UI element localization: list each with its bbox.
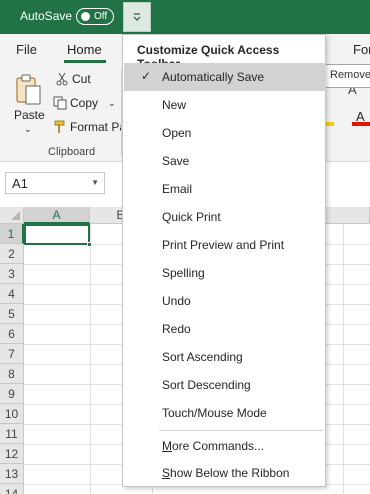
- autosave-toggle[interactable]: Off: [76, 8, 114, 25]
- copy-icon: [53, 96, 67, 110]
- row-header[interactable]: 10: [0, 404, 24, 424]
- customize-quick-access-menu: Customize Quick Access Toolbar ✓Automati…: [122, 34, 326, 487]
- menu-item-label: Show Below the Ribbon: [162, 466, 290, 480]
- cut-button[interactable]: Cut: [55, 72, 91, 86]
- row-header[interactable]: 14: [0, 484, 24, 494]
- menu-item[interactable]: Save: [124, 147, 326, 175]
- tab-home[interactable]: Home: [67, 42, 102, 57]
- row-header[interactable]: 2: [0, 244, 24, 264]
- menu-item[interactable]: Sort Ascending: [124, 343, 326, 371]
- tab-file[interactable]: File: [16, 42, 37, 57]
- menu-item-label: More Commands...: [162, 439, 265, 453]
- menu-item-label: Undo: [162, 294, 191, 308]
- format-painter-button[interactable]: Format Pa: [53, 120, 126, 134]
- copy-label: Copy: [70, 96, 99, 110]
- menu-item[interactable]: Open: [124, 119, 326, 147]
- fill-handle[interactable]: [87, 242, 92, 247]
- menu-item[interactable]: Sort Descending: [124, 371, 326, 399]
- menu-item-label: Save: [162, 154, 190, 168]
- name-box-value: A1: [12, 176, 28, 191]
- menu-item-label: Automatically Save: [162, 70, 265, 84]
- name-box-dropdown-icon[interactable]: ▼: [91, 178, 99, 187]
- row-header[interactable]: 13: [0, 464, 24, 484]
- row-header[interactable]: 1: [0, 224, 24, 244]
- menu-item-label: Print Preview and Print: [162, 238, 285, 252]
- format-painter-icon: [54, 120, 65, 133]
- menu-item[interactable]: Undo: [124, 287, 326, 315]
- toggle-knob: [81, 12, 90, 21]
- menu-item[interactable]: Print Preview and Print: [124, 231, 326, 259]
- format-painter-label: Format Pa: [70, 120, 127, 134]
- title-bar: AutoSave Off: [0, 0, 370, 34]
- row-header[interactable]: 7: [0, 344, 24, 364]
- toggle-state-text: Off: [94, 11, 108, 22]
- menu-item[interactable]: New: [124, 91, 326, 119]
- menu-item[interactable]: Quick Print: [124, 203, 326, 231]
- scissors-icon: [56, 72, 68, 86]
- copy-button[interactable]: Copy ⌄: [53, 96, 116, 110]
- menu-item-label: Quick Print: [162, 210, 221, 224]
- menu-item-more-commands[interactable]: More Commands...: [124, 432, 326, 460]
- menu-item-label: Spelling: [162, 266, 205, 280]
- row-header[interactable]: 6: [0, 324, 24, 344]
- row-header[interactable]: 11: [0, 424, 24, 444]
- column-header-a[interactable]: A: [24, 207, 90, 224]
- menu-separator: [159, 430, 324, 431]
- tab-formulas[interactable]: For: [353, 42, 370, 57]
- menu-item-label: Email: [162, 182, 193, 196]
- menu-item-label: Sort Descending: [162, 378, 251, 392]
- row-header[interactable]: 3: [0, 264, 24, 284]
- customize-quick-access-button[interactable]: [123, 2, 151, 32]
- row-header[interactable]: 8: [0, 364, 24, 384]
- checkmark-icon: ✓: [141, 69, 152, 83]
- autosave-label: AutoSave: [20, 9, 73, 23]
- row-header[interactable]: 12: [0, 444, 24, 464]
- menu-item[interactable]: Spelling: [124, 259, 326, 287]
- menu-item-label: Touch/Mouse Mode: [162, 406, 267, 420]
- cut-label: Cut: [72, 72, 91, 86]
- active-cell-a1[interactable]: [24, 224, 90, 245]
- name-box[interactable]: A1 ▼: [5, 172, 105, 194]
- menu-item[interactable]: Touch/Mouse Mode: [124, 399, 326, 427]
- menu-item-label: Redo: [162, 322, 191, 336]
- menu-item[interactable]: ✓ Automatically Save: [124, 63, 326, 91]
- font-color-swatch: [352, 122, 370, 126]
- customize-chevron-icon: [133, 13, 141, 21]
- paste-chevron-down-icon[interactable]: ⌄: [24, 124, 32, 135]
- select-all-corner[interactable]: [0, 207, 24, 224]
- clipboard-group-label: Clipboard: [48, 146, 96, 158]
- menu-item-label: Open: [162, 126, 192, 140]
- menu-item-label: New: [162, 98, 187, 112]
- menu-item[interactable]: Email: [124, 175, 326, 203]
- paste-icon[interactable]: [14, 72, 44, 108]
- tab-home-underline: [64, 60, 106, 63]
- menu-item-label: Sort Ascending: [162, 350, 243, 364]
- tooltip: Remove: [325, 64, 370, 88]
- menu-item-show-below-ribbon[interactable]: Show Below the Ribbon: [124, 459, 326, 487]
- row-header[interactable]: 9: [0, 384, 24, 404]
- row-header[interactable]: 5: [0, 304, 24, 324]
- copy-chevron-down-icon[interactable]: ⌄: [108, 98, 116, 109]
- highlight-color-swatch[interactable]: [326, 122, 334, 126]
- row-header[interactable]: 4: [0, 284, 24, 304]
- paste-button-label[interactable]: Paste: [14, 108, 45, 122]
- menu-item[interactable]: Redo: [124, 315, 326, 343]
